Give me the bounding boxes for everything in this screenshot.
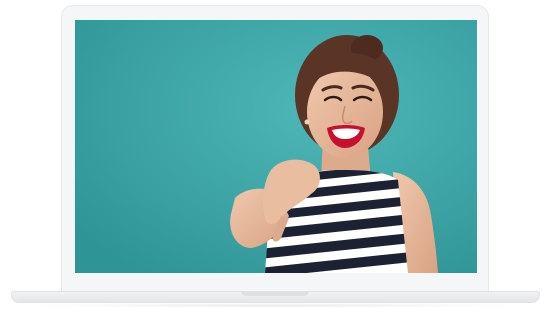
earring — [304, 119, 310, 125]
laptop-shadow — [20, 303, 531, 308]
laptop-mockup — [0, 0, 549, 311]
laptop-notch — [241, 291, 309, 296]
laptop-screen — [75, 20, 477, 273]
woman-pointing-photo — [75, 20, 477, 273]
